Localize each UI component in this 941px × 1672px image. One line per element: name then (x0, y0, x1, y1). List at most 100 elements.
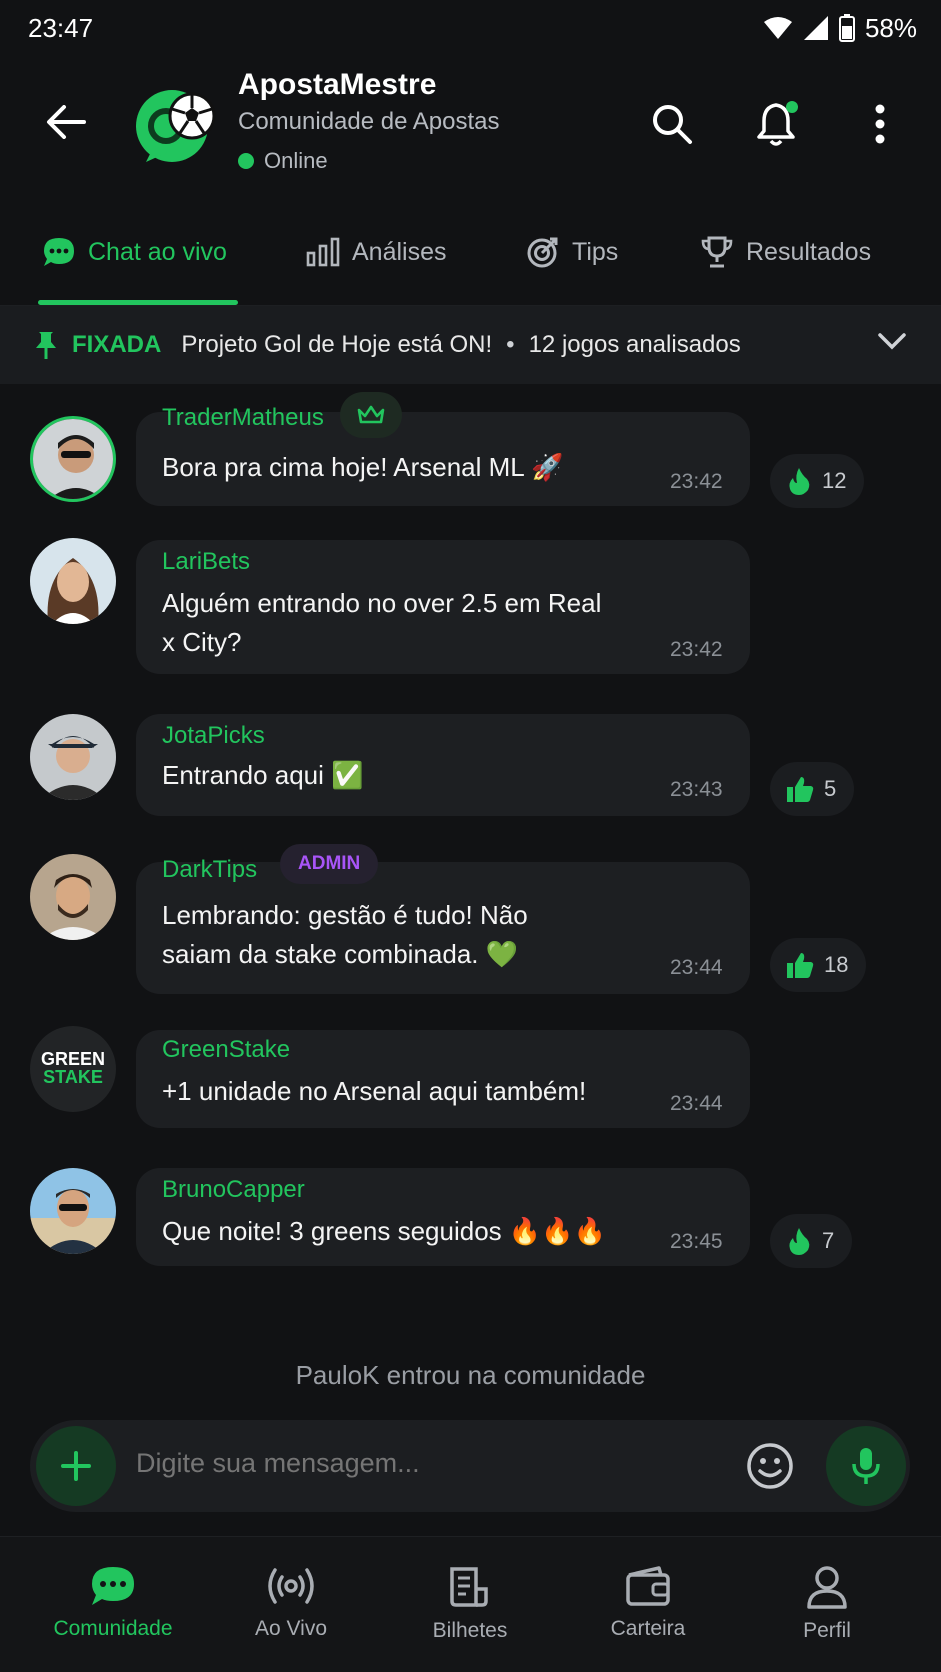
nav-perfil[interactable]: Perfil (742, 1565, 912, 1643)
message-author[interactable]: DarkTips (162, 856, 257, 884)
avatar[interactable] (30, 854, 116, 940)
reaction-count: 12 (822, 468, 847, 493)
crown-icon (357, 405, 385, 424)
arrow-left-icon (47, 105, 86, 139)
tab-label: Resultados (746, 237, 872, 266)
message-input[interactable] (136, 1448, 676, 1479)
avatar-text-line2: STAKE (43, 1067, 103, 1087)
nav-comunidade[interactable]: Comunidade (28, 1565, 198, 1641)
nav-label: Bilhetes (432, 1619, 508, 1642)
status-time: 23:47 (28, 12, 94, 43)
reaction-chip[interactable]: 5 (770, 762, 855, 816)
avatar-image (30, 854, 116, 940)
battery-level: 58% (864, 12, 917, 43)
nav-label: Comunidade (53, 1617, 173, 1640)
status-indicators: 58% (763, 13, 917, 44)
online-dot (238, 153, 254, 169)
nav-ao-vivo[interactable]: Ao Vivo (206, 1565, 376, 1641)
tab-chat-ao-vivo[interactable]: Chat ao vivo (42, 228, 227, 276)
pinned-separator: • (506, 331, 515, 358)
tab-resultados[interactable]: Resultados (700, 228, 871, 276)
message-author[interactable]: LariBets (162, 548, 250, 576)
ticket-icon (450, 1567, 488, 1607)
notifications-button[interactable] (754, 100, 802, 148)
avatar[interactable] (30, 1168, 116, 1254)
battery-icon (838, 14, 855, 42)
reaction-chip[interactable]: 18 (770, 938, 867, 992)
online-label: Online (264, 148, 328, 173)
message-author[interactable]: JotaPicks (162, 722, 265, 750)
broadcast-icon (268, 1568, 314, 1604)
signal-icon (803, 16, 828, 40)
bar-chart-icon (306, 237, 340, 267)
reaction-chip[interactable]: 7 (770, 1214, 853, 1268)
thumbs-up-icon (787, 777, 814, 802)
more-options-button[interactable] (856, 100, 904, 148)
fire-icon (789, 1228, 810, 1255)
search-button[interactable] (648, 100, 696, 148)
wifi-icon (763, 17, 792, 39)
message-time: 23:45 (670, 1230, 723, 1253)
message-text: Que noite! 3 greens seguidos 🔥🔥🔥 (162, 1216, 607, 1246)
page-title: ApostaMestre (238, 68, 437, 101)
nav-label: Ao Vivo (255, 1617, 327, 1640)
pinned-extra: 12 jogos analisados (528, 331, 741, 358)
message-author[interactable]: GreenStake (162, 1036, 290, 1064)
trophy-icon (701, 236, 733, 268)
logo-icon (136, 90, 216, 162)
nav-label: Carteira (610, 1617, 686, 1640)
reaction-chip[interactable]: 12 (770, 454, 865, 508)
avatar-image (33, 419, 113, 499)
target-icon (527, 237, 558, 268)
pin-icon (36, 332, 56, 359)
message-text: +1 unidade no Arsenal aqui também! (162, 1076, 587, 1106)
pinned-message-bar[interactable]: FIXADA Projeto Gol de Hoje está ON! • 12… (0, 306, 941, 384)
avatar-text-line1: GREEN (40, 1049, 105, 1069)
reaction-count: 5 (824, 776, 837, 801)
avatar[interactable] (30, 538, 116, 624)
page-subtitle: Comunidade de Apostas (238, 108, 500, 135)
community-logo (134, 82, 218, 166)
microphone-icon (852, 1448, 880, 1484)
tab-label: Tips (572, 237, 619, 266)
chat-feed[interactable]: TraderMatheus Bora pra cima hoje! Arsena… (0, 384, 941, 1404)
app-header: ApostaMestre Comunidade de Apostas Onlin… (0, 60, 941, 190)
message-text: Bora pra cima hoje! Arsenal ML 🚀 (162, 452, 564, 482)
nav-bilhetes[interactable]: Bilhetes (385, 1565, 555, 1643)
status-bar: 23:47 58% (0, 0, 941, 56)
message-author[interactable]: BrunoCapper (162, 1176, 305, 1204)
avatar-logo: GREEN STAKE (30, 1050, 116, 1086)
avatar-image (30, 714, 116, 800)
admin-badge: ADMIN (280, 844, 379, 884)
bell-icon (757, 101, 798, 146)
avatar[interactable] (30, 714, 116, 800)
message-time: 23:42 (670, 470, 723, 493)
avatar[interactable]: GREEN STAKE (30, 1026, 116, 1112)
tab-label: Chat ao vivo (88, 237, 227, 266)
message-text: Lembrando: gestão é tudo! Não saiam da s… (162, 900, 528, 969)
voice-message-button[interactable] (826, 1426, 906, 1506)
nav-carteira[interactable]: Carteira (563, 1565, 733, 1641)
wallet-icon (626, 1566, 670, 1606)
chat-bubble-icon (92, 1567, 134, 1605)
message-author[interactable]: TraderMatheus (162, 404, 324, 432)
back-button[interactable] (40, 98, 92, 146)
tab-tips[interactable]: Tips (526, 228, 618, 276)
plus-icon (61, 1451, 91, 1481)
message-time: 23:42 (670, 638, 723, 661)
message-text: Alguém entrando no over 2.5 em Real x Ci… (162, 588, 602, 657)
system-message: PauloK entrou na comunidade (295, 1360, 646, 1390)
expand-pinned-button[interactable] (877, 330, 907, 358)
message-composer (30, 1420, 910, 1512)
emoji-button[interactable] (744, 1440, 796, 1492)
tab-analises[interactable]: Análises (306, 228, 447, 276)
thumbs-up-icon (787, 953, 814, 978)
vip-badge (340, 392, 402, 438)
tab-bar: Chat ao vivo Análises Tips Resultados (0, 208, 941, 306)
attach-button[interactable] (36, 1426, 116, 1506)
online-status: Online (238, 148, 328, 174)
avatar[interactable] (30, 416, 116, 502)
nav-label: Perfil (803, 1619, 851, 1642)
more-vertical-icon (875, 104, 885, 144)
user-icon (807, 1566, 847, 1609)
